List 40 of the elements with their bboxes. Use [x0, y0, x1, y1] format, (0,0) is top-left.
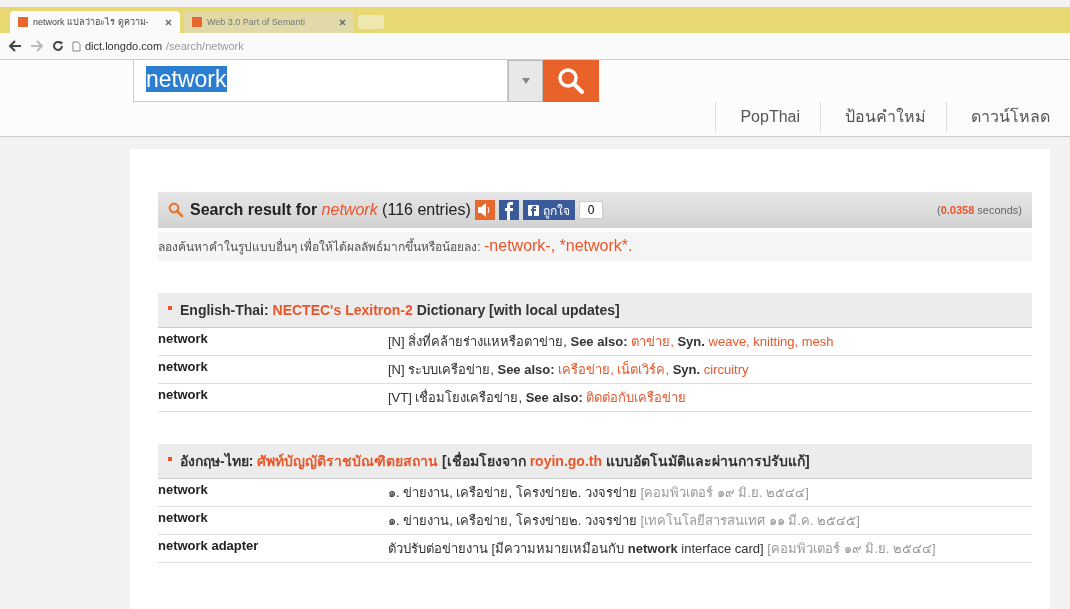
page-icon: [72, 40, 81, 52]
search-icon: [168, 202, 184, 218]
reload-icon[interactable]: [52, 40, 64, 52]
nav-link[interactable]: PopThai: [715, 102, 820, 132]
search-icon: [556, 66, 586, 96]
definition-text: [N] สิ่งที่คล้ายร่างแหหรือตาข่าย, See also: ตาข่าย, Syn. weave, knitting, mesh: [388, 332, 834, 351]
facebook-icon: [527, 204, 539, 216]
favicon-icon: [18, 17, 28, 27]
back-icon[interactable]: [8, 40, 22, 52]
definition-text: ตัวปรับต่อข่ายงาน [มีความหมายเหมือนกับ network interface card] [คอมพิวเตอร์ ๑๙ มิ.ย. ๒๕๔๔]: [388, 540, 936, 558]
definition-text: ๑. ข่ายงาน, เครือข่าย, โครงข่าย๒. วงจรข่าย [คอมพิวเตอร์ ๑๙ มิ.ย. ๒๕๔๔]: [388, 484, 809, 502]
term-cell-text: network adapter: [158, 538, 260, 555]
term-cell-text: network: [158, 387, 209, 404]
section-title: อังกฤษ-ไทย: ศัพท์บัญญัติราชบัณฑิตยสถาน [เชื่อมโยงจาก royin.go.th แบบอัตโนมัติและผ่านการปรับแก้]: [180, 450, 810, 472]
search-field[interactable]: network: [133, 60, 508, 102]
definition-text: [N] ระบบเครือข่าย, See also: เครือข่าย, เน็ตเวิร์ค, Syn. circuitry: [388, 359, 749, 379]
caret-icon: [521, 78, 530, 84]
search-button[interactable]: [543, 60, 599, 102]
bullet-icon: [168, 306, 172, 310]
facebook-icon[interactable]: [498, 200, 519, 220]
favicon-icon: [192, 17, 202, 27]
like-button[interactable]: ถูกใจ: [522, 200, 575, 220]
nav-link[interactable]: ดาวน์โหลด: [946, 102, 1070, 132]
term-cell-text: network: [158, 359, 209, 376]
search-time: (0.0358 seconds): [936, 204, 1022, 216]
close-icon[interactable]: [165, 18, 172, 26]
term-cell-text: network: [158, 510, 209, 527]
speaker-icon[interactable]: [474, 200, 495, 220]
definition-text: [VT] เชื่อมโยงเครือข่าย, See also: ติดต่อกับเครือข่าย: [388, 388, 687, 407]
result-title: Search result for network (116 entries): [190, 201, 471, 219]
close-icon[interactable]: [339, 18, 346, 26]
definition-text: ๑. ข่ายงาน, เครือข่าย, โครงข่าย๒. วงจรข่าย [เทคโนโลยีสารสนเทศ ๑๑ มี.ค. ๒๕๔๕]: [388, 512, 860, 530]
bullet-icon: [168, 457, 172, 461]
term-cell-text: network: [158, 331, 209, 348]
section-title: English-Thai: NECTEC's Lexitron-2 Dictionary [with local updates]: [180, 301, 620, 320]
nav-link[interactable]: ป้อนคำใหม่: [820, 102, 946, 132]
browser-tab[interactable]: network แปลว่าอะไร ดูความ-: [10, 11, 180, 33]
hint-text: ลองค้นหาคำในรูปแบบอื่นๆ เพื่อให้ได้ผลลัพธ์มากขึ้นหรือน้อยลง: -network-, *network*.: [158, 232, 1032, 261]
like-count: 0: [578, 201, 604, 219]
term-cell-text: network: [158, 482, 209, 499]
